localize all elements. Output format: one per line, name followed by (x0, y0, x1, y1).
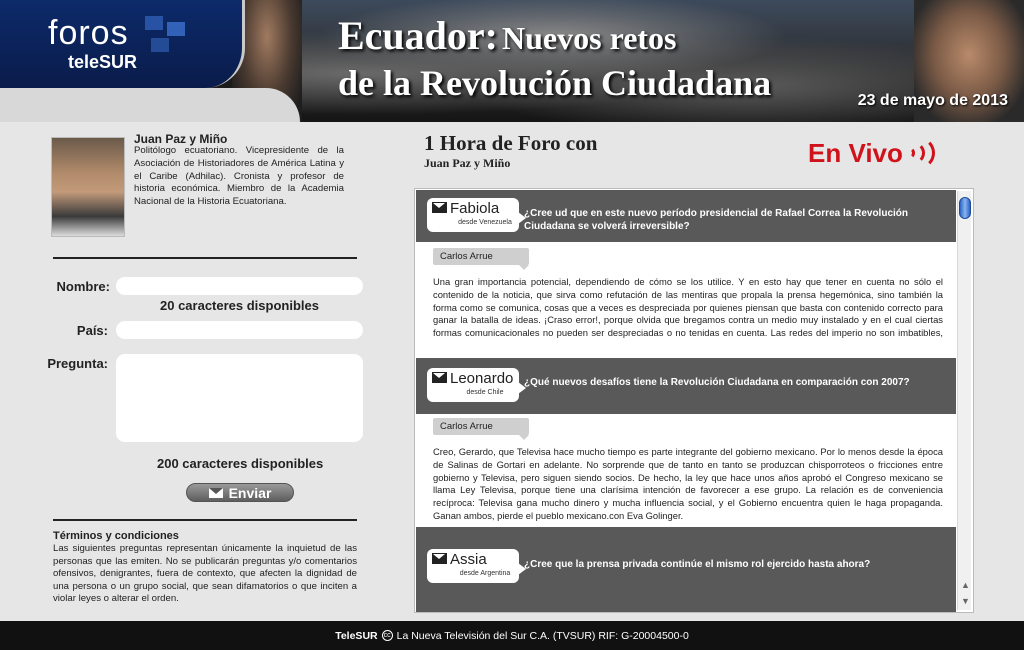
country-input[interactable] (116, 321, 363, 339)
user-name: Fabiola (450, 200, 500, 217)
logo-foros-text: foros (48, 14, 129, 52)
logo[interactable]: foros teleSUR (0, 0, 245, 88)
broadcast-waves-icon (909, 136, 935, 170)
footer-brand: TeleSUR (335, 629, 378, 642)
user-name: Assia (450, 551, 487, 568)
scrollbar-thumb[interactable] (959, 197, 971, 219)
scrollbar[interactable]: ▲ ▼ (957, 191, 971, 610)
question-text: ¿Cree que la prensa privada continúe el … (524, 559, 871, 570)
send-button[interactable]: Enviar (186, 483, 294, 502)
page-title-line2: de la Revolución Ciudadana (338, 63, 772, 103)
question-textarea[interactable] (116, 354, 363, 442)
user-bubble: Fabiola desde Venezuela (427, 198, 526, 232)
terms-text: Las siguientes preguntas representan úni… (53, 543, 357, 605)
live-label: En Vivo (808, 137, 903, 168)
question-item: Assia desde Argentina ¿Cree que la prens… (416, 527, 956, 612)
page-title-line1: Ecuador: Nuevos retos (338, 12, 677, 59)
logo-squares-icon (145, 16, 205, 66)
question-text: ¿Qué nuevos desafíos tiene la Revolución… (524, 377, 910, 388)
answer-text: Una gran importancia potencial, dependie… (433, 276, 943, 340)
question-text: ¿Cree ud que en este nuevo período presi… (524, 208, 908, 232)
speaker-photo (51, 137, 125, 237)
questions-panel[interactable]: Fabiola desde Venezuela ¿Cree ud que en … (414, 188, 974, 613)
question-item: Leonardo desde Chile ¿Qué nuevos desafío… (416, 358, 956, 414)
envelope-icon (432, 372, 447, 383)
name-counter: 20 caracteres disponibles (160, 298, 319, 313)
divider (53, 519, 357, 521)
question-counter: 200 caracteres disponibles (157, 456, 324, 471)
title-word: Ecuador: (338, 13, 498, 58)
envelope-icon (208, 487, 223, 498)
scroll-down-arrow-icon[interactable]: ▼ (961, 596, 970, 606)
question-label: Pregunta: (47, 356, 108, 371)
title-rest: Nuevos retos (502, 20, 677, 56)
forum-subtitle: Juan Paz y Miño (424, 156, 511, 170)
footer: TeleSUR cc La Nueva Televisión del Sur C… (0, 621, 1024, 650)
speaker-bio: Politólogo ecuatoriano. Vicepresidente d… (134, 145, 344, 208)
header-banner: foros teleSUR Ecuador: Nuevos retos de l… (0, 0, 1024, 122)
logo-telesur-text: teleSUR (68, 52, 138, 72)
send-button-label: Enviar (228, 484, 272, 501)
event-date: 23 de mayo de 2013 (857, 92, 1008, 109)
user-bubble: Assia desde Argentina (427, 549, 526, 583)
logo-curve (0, 88, 300, 122)
name-label: Nombre: (56, 279, 110, 294)
user-bubble: Leonardo desde Chile (427, 368, 526, 402)
user-name: Leonardo (450, 370, 514, 387)
scroll-up-arrow-icon[interactable]: ▲ (961, 580, 970, 590)
answer-text: Creo, Gerardo, que Televisa hace mucho t… (433, 446, 943, 521)
divider (53, 257, 357, 259)
name-input[interactable] (116, 277, 363, 295)
footer-text: La Nueva Televisión del Sur C.A. (TVSUR)… (396, 629, 689, 642)
answer-author: Carlos Arrue (433, 248, 529, 270)
question-item: Fabiola desde Venezuela ¿Cree ud que en … (416, 190, 956, 242)
country-label: País: (76, 323, 108, 338)
envelope-icon (432, 202, 447, 213)
live-indicator[interactable]: En Vivo (808, 136, 935, 170)
envelope-icon (432, 553, 447, 564)
answer-author: Carlos Arrue (433, 418, 529, 440)
user-location: desde Venezuela (458, 219, 512, 226)
user-location: desde Argentina (459, 570, 511, 577)
forum-title: 1 Hora de Foro con (424, 131, 598, 155)
copyright-icon: cc (381, 630, 393, 641)
user-location: desde Chile (466, 389, 504, 396)
terms-title: Términos y condiciones (53, 530, 179, 542)
speaker-name: Juan Paz y Miño (134, 132, 228, 146)
